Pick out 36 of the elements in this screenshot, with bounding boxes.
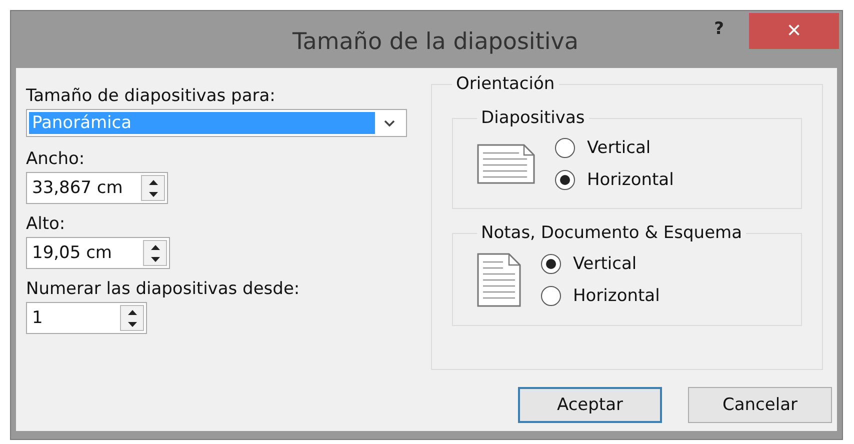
spin-buttons[interactable] bbox=[120, 305, 144, 331]
dialog-button[interactable]: Aceptar bbox=[518, 387, 662, 423]
spin-buttons[interactable] bbox=[143, 240, 167, 266]
field-label: Numerar las diapositivas desde: bbox=[26, 279, 301, 299]
radio-option[interactable]: Horizontal bbox=[555, 170, 674, 190]
chevron-down-icon bbox=[384, 120, 395, 126]
field-label: Alto: bbox=[26, 214, 66, 234]
down-arrow-icon bbox=[128, 322, 136, 326]
spin-field[interactable]: 19,05 cm bbox=[26, 237, 170, 269]
field-label: Ancho: bbox=[26, 149, 86, 169]
dropdown-value: Panorámica bbox=[29, 112, 375, 134]
up-arrow-icon bbox=[128, 310, 136, 314]
spin-buttons[interactable] bbox=[141, 175, 165, 201]
spin-field[interactable]: 33,867 cm bbox=[26, 172, 168, 204]
radio-option[interactable]: Vertical bbox=[541, 254, 660, 274]
group-title: Diapositivas bbox=[480, 108, 586, 128]
close-button[interactable]: × bbox=[749, 13, 839, 49]
up-arrow-icon bbox=[150, 244, 160, 250]
radio-button[interactable] bbox=[541, 254, 561, 274]
help-button[interactable]: ? bbox=[714, 19, 724, 39]
radio-option[interactable]: Horizontal bbox=[541, 286, 660, 306]
spin-field[interactable]: 1 bbox=[26, 302, 147, 334]
up-arrow-icon bbox=[148, 180, 158, 184]
group-title: Orientación bbox=[455, 74, 556, 94]
down-arrow-icon bbox=[150, 256, 160, 262]
radio-button[interactable] bbox=[555, 138, 575, 158]
radio-button[interactable] bbox=[541, 286, 561, 306]
landscape-page-icon bbox=[477, 144, 535, 184]
window-title: Tamaño de la diapositiva bbox=[292, 28, 578, 54]
down-arrow-icon bbox=[148, 192, 158, 196]
radio-option[interactable]: Vertical bbox=[555, 138, 674, 158]
group-title: Notas, Documento & Esquema bbox=[480, 223, 744, 243]
field-label: Tamaño de diapositivas para: bbox=[26, 86, 276, 106]
dialog-button[interactable]: Cancelar bbox=[688, 387, 832, 423]
radio-button[interactable] bbox=[555, 170, 575, 190]
portrait-page-icon bbox=[477, 253, 521, 307]
